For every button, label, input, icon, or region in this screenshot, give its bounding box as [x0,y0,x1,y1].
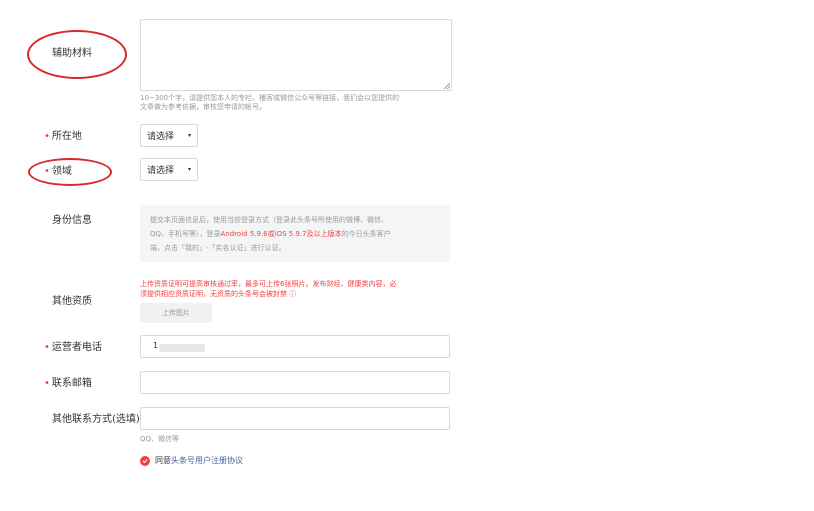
location-label-text: 所在地 [51,131,82,142]
upload-image-button[interactable]: 上传图片 [140,303,212,323]
identity-text-line3: 端，点击「我的」-「实名认证」进行认证。 [150,244,286,252]
qualifications-warning-line2: 须提供相应资质证明，无资质的头条号会被封禁 ⓘ [140,290,297,298]
operator-phone-label-text: 运营者电话 [51,342,102,353]
domain-label: • 领域 [44,165,72,179]
chevron-down-icon: ▾ [187,132,191,139]
agreement-link[interactable]: 头条号用户注册协议 [171,455,243,466]
other-contact-hint: QQ、微信等 [140,435,180,443]
app-version-highlight: Android 5.9.6或iOS 5.9.7及以上版本 [220,230,342,238]
other-qualifications-label: 其他资质 [52,296,92,307]
check-circle-icon[interactable] [140,455,150,466]
domain-label-text: 领域 [51,166,72,177]
materials-textarea[interactable] [140,19,452,91]
redacted-phone-blur [159,344,205,352]
required-mark: • [44,131,50,142]
agreement-prefix: 同意 [155,456,171,465]
location-select-value: 请选择 [147,132,175,142]
agreement-row: 同意 头条号用户注册协议 [140,455,243,466]
other-contact-label: 其他联系方式(选填) [52,414,140,425]
contact-email-label-text: 联系邮箱 [51,378,92,389]
required-mark: • [44,378,50,389]
chevron-down-icon: ▾ [187,166,191,173]
materials-label: 辅助材料 [52,48,92,59]
contact-email-input[interactable] [140,371,450,394]
other-contact-input[interactable] [140,407,450,430]
domain-select-value: 请选择 [147,166,175,176]
identity-text-line1: 提交本页面信息后，使用当前登录方式（登录此头条号所使用的微博、微信、 [150,216,388,224]
qualifications-warning-line1: 上传资质证明可提高审核通过率，最多可上传6张照片。发布财经、健康类内容，必 [140,280,397,288]
identity-label: 身份信息 [52,215,92,226]
operator-phone-label: • 运营者电话 [44,341,102,355]
domain-select[interactable]: 请选择 ▾ [140,158,198,181]
resize-grip-icon[interactable] [444,83,450,89]
required-mark: • [44,342,50,353]
identity-info-box: 提交本页面信息后，使用当前登录方式（登录此头条号所使用的微博、微信、 QQ、手机… [140,205,450,262]
identity-text-line2: QQ、手机号等），登录Android 5.9.6或iOS 5.9.7及以上版本的… [150,230,391,238]
operator-phone-value: 1 [153,341,159,350]
materials-hint-line2: 文章做为参考依据，审核您申请的帐号。 [140,103,266,111]
location-select[interactable]: 请选择 ▾ [140,124,198,147]
required-mark: • [44,166,50,177]
contact-email-label: • 联系邮箱 [44,377,92,391]
operator-phone-input[interactable]: 1 [140,335,450,358]
location-label: • 所在地 [44,130,82,144]
